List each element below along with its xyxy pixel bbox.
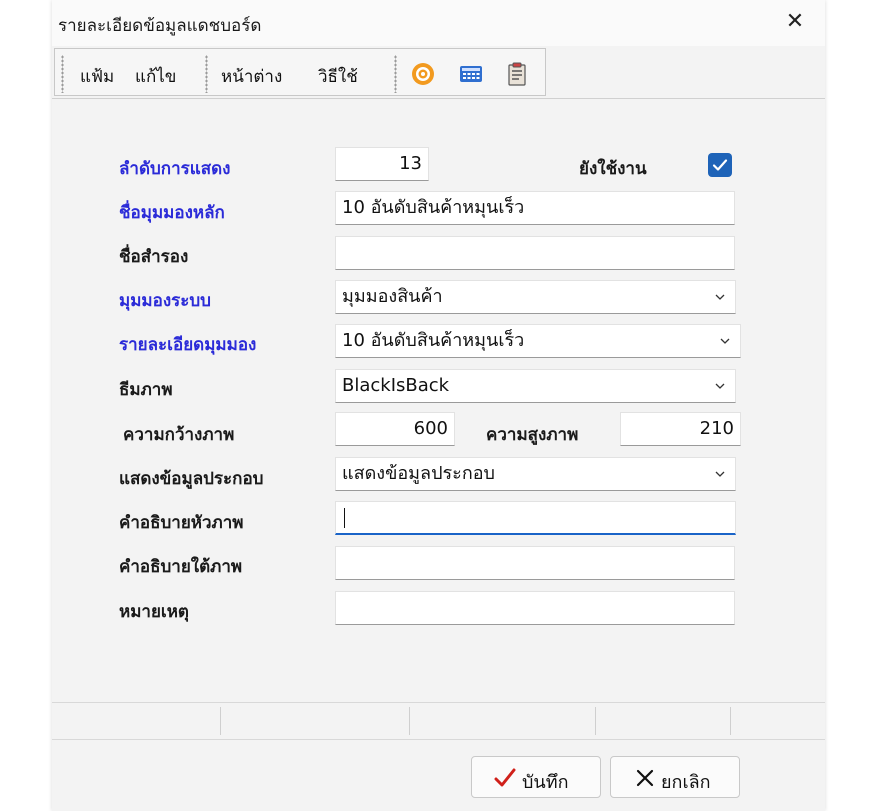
alt-name-label: ชื่อสำรอง	[119, 247, 189, 267]
width-label: ความกว้างภาพ	[123, 425, 235, 445]
chevron-down-icon	[715, 294, 725, 300]
toolbar-area: แฟ้ม แก้ไข หน้าต่าง วิธีใช้	[52, 46, 825, 99]
caption-bottom-input[interactable]	[335, 546, 735, 580]
view-detail-select[interactable]: 10 อันดับสินค้าหมุนเร็ว	[335, 324, 741, 358]
main-view-name-input[interactable]: 10 อันดับสินค้าหมุนเร็ว	[335, 191, 735, 225]
target-icon[interactable]	[411, 62, 435, 86]
alt-name-input[interactable]	[335, 236, 735, 270]
close-icon	[636, 769, 654, 787]
status-divider	[409, 707, 410, 735]
checkmark-icon	[712, 159, 728, 171]
view-detail-value: 10 อันดับสินค้าหมุนเร็ว	[342, 330, 525, 351]
save-button-label: บันทึก	[522, 772, 569, 793]
menu-edit[interactable]: แก้ไข	[135, 63, 176, 90]
menubar-grip[interactable]	[61, 55, 64, 93]
status-divider	[730, 707, 731, 735]
order-label: ลำดับการแสดง	[119, 159, 231, 179]
toolbar-grip[interactable]	[394, 55, 397, 93]
checkmark-icon	[494, 768, 516, 787]
height-label: ความสูงภาพ	[486, 425, 579, 445]
caption-top-input[interactable]	[335, 501, 736, 535]
extra-info-value: แสดงข้อมูลประกอบ	[342, 463, 495, 484]
main-view-name-label: ชื่อมุมมองหลัก	[119, 203, 225, 223]
active-label: ยังใช้งาน	[579, 159, 647, 179]
chevron-down-icon	[715, 471, 725, 477]
caption-top-label: คำอธิบายหัวภาพ	[119, 513, 244, 533]
note-input[interactable]	[335, 591, 735, 625]
menubar-grip-2[interactable]	[205, 55, 208, 93]
height-input[interactable]: 210	[620, 412, 741, 446]
close-button[interactable]: ✕	[781, 8, 809, 36]
system-view-select[interactable]: มุมมองสินค้า	[335, 280, 736, 314]
cancel-button-label: ยกเลิก	[661, 772, 711, 793]
theme-value: BlackIsBack	[342, 375, 450, 396]
menu-window[interactable]: หน้าต่าง	[221, 63, 282, 90]
width-input[interactable]: 600	[335, 412, 455, 446]
caption-bottom-label: คำอธิบายใต้ภาพ	[119, 557, 243, 577]
calculator-icon[interactable]	[459, 62, 483, 86]
save-button[interactable]: บันทึก	[471, 756, 601, 798]
close-icon: ✕	[785, 9, 805, 34]
status-bar	[52, 702, 825, 740]
order-input[interactable]: 13	[335, 147, 429, 181]
status-divider	[220, 707, 221, 735]
status-divider	[595, 707, 596, 735]
dashboard-detail-dialog: รายละเอียดข้อมูลแดชบอร์ด ✕ แฟ้ม แก้ไข หน…	[52, 0, 825, 811]
text-caret	[344, 508, 345, 528]
extra-info-select[interactable]: แสดงข้อมูลประกอบ	[335, 457, 736, 491]
menu-bar: แฟ้ม แก้ไข หน้าต่าง วิธีใช้	[54, 48, 546, 96]
theme-label: ธีมภาพ	[119, 380, 173, 400]
chevron-down-icon	[715, 383, 725, 389]
cancel-button[interactable]: ยกเลิก	[610, 756, 740, 798]
extra-info-label: แสดงข้อมูลประกอบ	[119, 469, 264, 489]
note-label: หมายเหตุ	[119, 602, 189, 622]
system-view-value: มุมมองสินค้า	[342, 286, 443, 307]
chevron-down-icon	[720, 338, 730, 344]
system-view-label: มุมมองระบบ	[119, 291, 211, 311]
view-detail-label: รายละเอียดมุมมอง	[119, 335, 257, 355]
clipboard-icon[interactable]	[505, 62, 529, 86]
theme-select[interactable]: BlackIsBack	[335, 369, 736, 403]
title-bar: รายละเอียดข้อมูลแดชบอร์ด ✕	[52, 0, 825, 46]
active-checkbox[interactable]	[708, 153, 732, 177]
menu-file[interactable]: แฟ้ม	[80, 63, 114, 90]
menu-help[interactable]: วิธีใช้	[318, 63, 358, 90]
window-title: รายละเอียดข้อมูลแดชบอร์ด	[58, 16, 262, 36]
